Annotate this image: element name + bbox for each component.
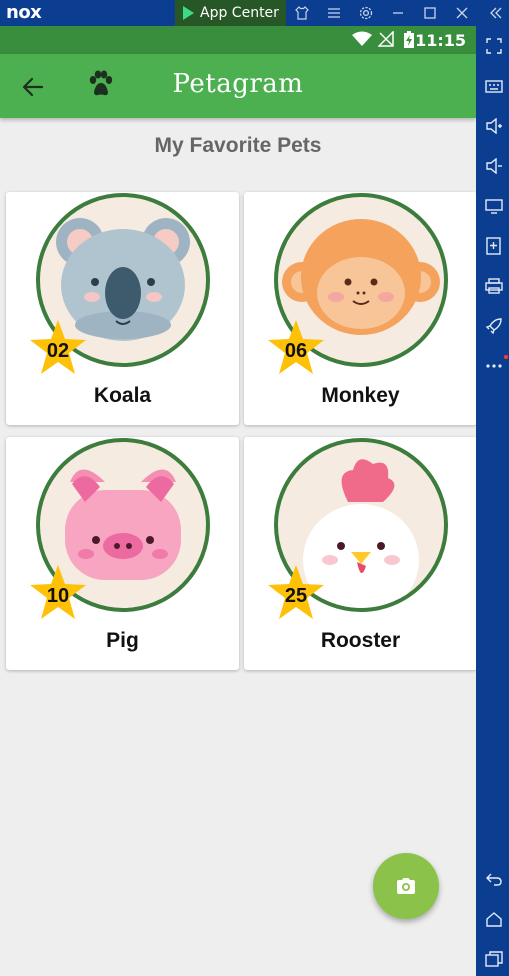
apk-install-icon[interactable] bbox=[484, 236, 504, 256]
pet-name: Monkey bbox=[321, 384, 400, 407]
likes-count: 02 bbox=[46, 340, 70, 362]
pet-name: Pig bbox=[106, 629, 139, 652]
rocket-icon[interactable] bbox=[484, 316, 504, 336]
settings-gear-icon[interactable] bbox=[356, 3, 376, 23]
volume-up-icon[interactable] bbox=[484, 116, 504, 136]
play-store-icon bbox=[183, 6, 194, 20]
notification-dot bbox=[504, 355, 508, 359]
app-center-tab[interactable]: App Center bbox=[175, 0, 286, 26]
maximize-icon[interactable] bbox=[420, 3, 440, 23]
close-icon[interactable] bbox=[452, 3, 472, 23]
nox-logo: nox bbox=[6, 2, 42, 23]
pet-card[interactable]: 02 Koala bbox=[6, 192, 239, 425]
camera-icon bbox=[397, 878, 415, 894]
likes-count: 10 bbox=[46, 585, 70, 607]
volume-down-icon[interactable] bbox=[484, 156, 504, 176]
likes-count: 25 bbox=[284, 585, 308, 607]
app-bar: Petagram bbox=[0, 54, 476, 118]
fullscreen-icon[interactable] bbox=[484, 36, 504, 56]
keyboard-icon[interactable] bbox=[484, 76, 504, 96]
likes-count: 06 bbox=[284, 340, 308, 362]
home-nav-icon[interactable] bbox=[484, 909, 504, 929]
emulator-sidebar bbox=[476, 26, 509, 976]
status-time: 11:15 bbox=[415, 31, 466, 50]
emulator-titlebar: nox App Center bbox=[0, 0, 509, 26]
android-screen: 11:15 Petagram My Favorite Pets 02 Koala… bbox=[0, 26, 476, 976]
camera-fab-button[interactable] bbox=[373, 853, 439, 919]
section-title: My Favorite Pets bbox=[154, 134, 322, 157]
recent-apps-icon[interactable] bbox=[484, 949, 504, 969]
more-options-icon[interactable] bbox=[484, 356, 504, 376]
shirt-icon[interactable] bbox=[292, 3, 312, 23]
collapse-sidebar-icon[interactable] bbox=[486, 3, 506, 23]
screen-icon[interactable] bbox=[484, 196, 504, 216]
menu-icon[interactable] bbox=[324, 3, 344, 23]
no-sim-icon bbox=[377, 30, 394, 51]
app-center-label: App Center bbox=[200, 5, 279, 21]
pet-card[interactable]: 06 Monkey bbox=[244, 192, 476, 425]
pet-name: Koala bbox=[93, 384, 152, 407]
pet-card[interactable]: 25 Rooster bbox=[244, 437, 476, 670]
printer-icon[interactable] bbox=[484, 276, 504, 296]
battery-charging-icon bbox=[403, 31, 415, 53]
status-bar: 11:15 bbox=[0, 26, 476, 54]
pet-name: Rooster bbox=[320, 629, 401, 652]
wifi-icon bbox=[352, 31, 372, 51]
back-nav-icon[interactable] bbox=[484, 869, 504, 889]
minimize-icon[interactable] bbox=[388, 3, 408, 23]
app-title: Petagram bbox=[172, 69, 304, 99]
pet-card[interactable]: 10 Pig bbox=[6, 437, 239, 670]
